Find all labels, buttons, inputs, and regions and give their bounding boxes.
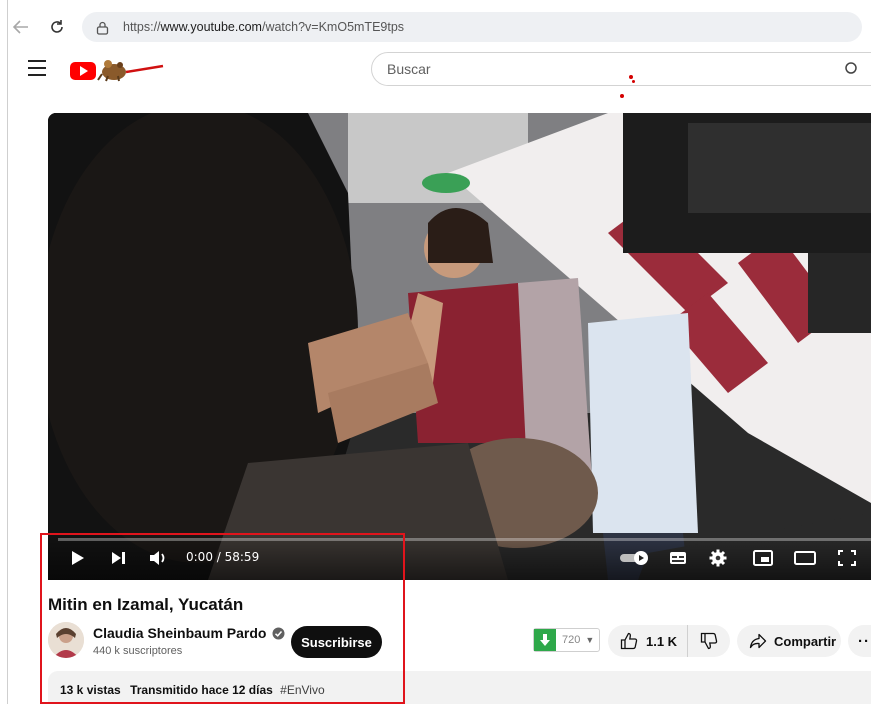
browser-toolbar: https://www.youtube.com/watch?v=KmO5mTE9… <box>8 8 871 46</box>
lock-icon <box>96 21 109 35</box>
reload-icon <box>51 20 63 33</box>
play-icon <box>72 551 84 565</box>
like-count: 1.1 K <box>646 633 678 649</box>
like-dislike-group: 1.1 K <box>608 625 730 657</box>
back-button[interactable] <box>8 14 34 40</box>
channel-name[interactable]: Claudia Sheinbaum Pardo <box>93 625 266 641</box>
theater-mode-icon <box>794 551 816 565</box>
like-button[interactable]: 1.1 K <box>608 625 688 657</box>
thumbs-down-icon <box>700 632 718 650</box>
url-prefix: https:// <box>123 20 161 34</box>
youtube-masthead: Buscar <box>8 46 871 98</box>
share-label: Compartir <box>774 633 837 649</box>
stream-date: Transmitido hace 12 días <box>130 683 273 697</box>
back-arrow-icon <box>13 20 28 34</box>
fullscreen-icon <box>838 550 856 566</box>
window-edge <box>0 0 8 704</box>
subscribe-button[interactable]: Suscribirse <box>291 626 382 658</box>
verified-check-icon <box>272 627 285 639</box>
video-frame-image <box>48 113 871 580</box>
fullscreen-button[interactable] <box>836 548 858 568</box>
play-button[interactable] <box>70 548 86 568</box>
thumbs-up-icon <box>620 632 638 650</box>
subtitles-icon <box>670 552 686 564</box>
share-arrow-icon <box>749 633 767 649</box>
caret-down-icon: ▼ <box>585 635 595 645</box>
video-player[interactable]: 0:00 / 58:59 <box>48 113 871 580</box>
doodle-dot <box>620 94 624 98</box>
doodle-dot <box>629 75 633 79</box>
search-input[interactable]: Buscar <box>371 52 871 86</box>
down-arrow-icon <box>534 629 556 651</box>
youtube-doodle-logo[interactable] <box>68 56 168 82</box>
gear-icon <box>709 549 727 567</box>
dislike-button[interactable] <box>688 625 730 657</box>
skip-next-icon <box>112 552 125 564</box>
hashtag-link[interactable]: #EnVivo <box>280 683 324 697</box>
search-icon[interactable] <box>844 61 860 77</box>
autoplay-toggle[interactable] <box>618 548 652 568</box>
more-actions-button[interactable]: ··· <box>848 625 871 657</box>
next-button[interactable] <box>110 548 128 568</box>
miniplayer-button[interactable] <box>752 548 774 568</box>
share-button[interactable]: Compartir <box>737 625 841 657</box>
dislike-count: 720 <box>562 634 581 646</box>
video-title: Mitin en Izamal, Yucatán <box>48 595 244 614</box>
url-domain: www.youtube.com <box>160 20 262 34</box>
settings-button[interactable] <box>708 548 728 568</box>
player-controls: 0:00 / 58:59 <box>48 536 871 580</box>
search-placeholder: Buscar <box>387 61 431 77</box>
miniplayer-icon <box>753 550 773 566</box>
description-box[interactable]: 13 k vistas Transmitido hace 12 días #En… <box>48 671 871 704</box>
time-display: 0:00 / 58:59 <box>186 550 260 564</box>
channel-avatar[interactable] <box>48 622 84 658</box>
view-count: 13 k vistas <box>60 683 121 697</box>
url-text: https://www.youtube.com/watch?v=KmO5mTE9… <box>123 20 404 34</box>
reload-button[interactable] <box>44 14 70 40</box>
subscriber-count: 440 k suscriptores <box>93 645 183 657</box>
address-bar[interactable]: https://www.youtube.com/watch?v=KmO5mTE9… <box>82 12 862 42</box>
volume-button[interactable] <box>148 548 170 568</box>
channel-name-row[interactable]: Claudia Sheinbaum Pardo <box>93 625 285 641</box>
url-path: /watch?v=KmO5mTE9tps <box>261 20 405 34</box>
theater-mode-button[interactable] <box>793 548 817 568</box>
return-dislike-extension-button[interactable]: 720 ▼ <box>533 628 601 652</box>
volume-icon <box>150 551 165 565</box>
autoplay-toggle-icon <box>620 551 648 565</box>
hamburger-menu-icon[interactable] <box>28 60 46 76</box>
subtitles-button[interactable] <box>668 548 688 568</box>
doodle-dot <box>632 80 635 83</box>
avatar-image <box>48 622 84 658</box>
